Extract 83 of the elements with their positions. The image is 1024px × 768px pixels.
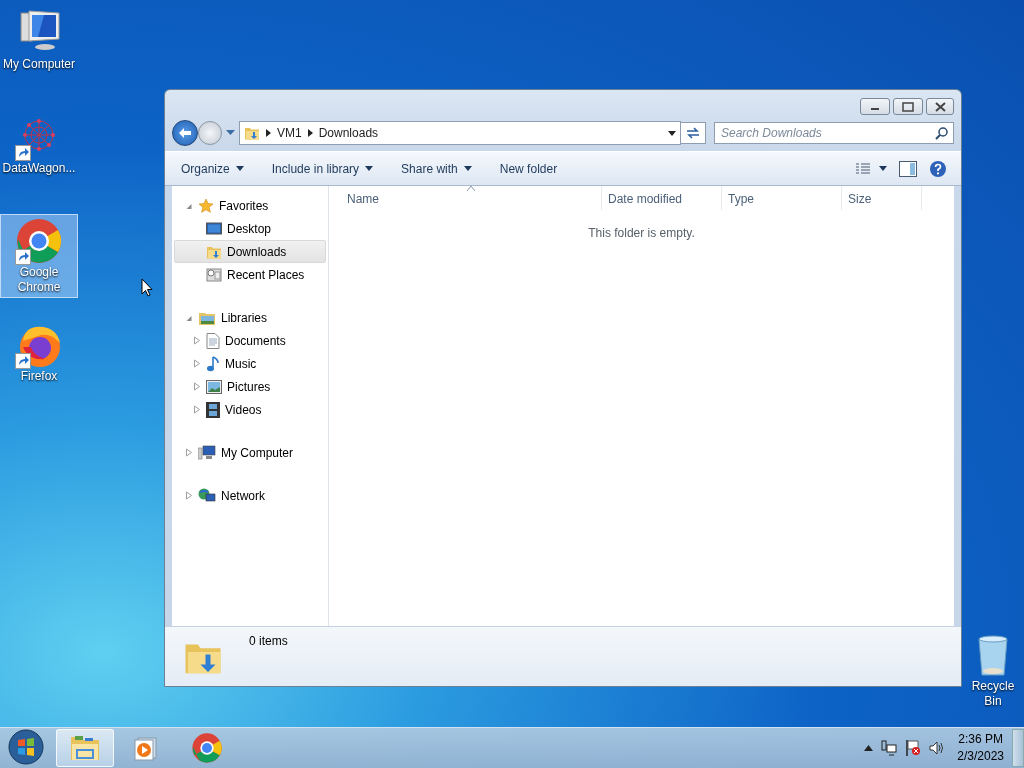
desktop-icon[interactable]: DataWagon... [0,110,78,179]
nav-item[interactable]: My Computer [174,441,326,464]
nav-item[interactable]: Downloads [174,240,326,263]
chrome-icon [191,732,223,764]
nav-item[interactable]: Favorites [174,194,326,217]
preview-pane-icon [899,160,917,177]
desktop-icon-label: My Computer [3,57,75,72]
mouse-cursor-icon [141,278,153,297]
document-icon [206,332,220,349]
desktop-icon-label: Recycle Bin [970,679,1016,709]
recent-places-icon [206,266,222,283]
close-icon [934,101,946,112]
monitor-icon [206,221,222,236]
network-icon [198,487,216,504]
network-icon[interactable] [881,740,898,756]
history-dropdown-icon[interactable] [226,130,235,136]
desktop-icon[interactable]: My Computer [0,6,78,75]
address-bar[interactable]: VM1 Downloads [239,121,681,145]
breadcrumb-arrow-icon[interactable] [307,129,313,137]
windows-orb-icon [7,728,45,766]
expand-arrow-icon[interactable] [193,381,201,391]
expand-arrow-icon[interactable] [185,490,193,500]
close-button[interactable] [926,98,954,115]
nav-item[interactable]: Desktop [174,217,326,240]
column-header[interactable]: Name [329,186,602,210]
back-button[interactable] [172,120,198,146]
toolbar-button[interactable]: Share with [395,157,478,180]
desktop-icon-label: Google Chrome [16,265,62,295]
star-icon [198,197,214,214]
sort-caret-icon [467,186,475,191]
clock[interactable]: 2:36 PM 2/3/2023 [957,731,1004,765]
help-icon [929,159,947,178]
music-note-icon [206,355,220,372]
nav-item[interactable]: Recent Places [174,263,326,286]
desktop-icon[interactable]: Recycle Bin [963,628,1023,712]
expand-arrow-icon[interactable] [193,404,201,414]
clock-date: 2/3/2023 [957,748,1004,765]
breadcrumb-item[interactable]: Downloads [318,126,379,140]
column-header[interactable]: Type [722,186,842,210]
nav-item[interactable]: Libraries [174,306,326,329]
nav-item[interactable]: Pictures [174,375,326,398]
column-header[interactable]: Date modified [602,186,722,210]
search-field[interactable]: Search Downloads [714,122,954,144]
nav-item[interactable]: Network [174,484,326,507]
show-hidden-icons-icon[interactable] [864,745,874,751]
toolbar-button[interactable]: Organize [175,157,250,180]
computer-icon [198,444,216,461]
dropdown-arrow-icon [879,166,887,171]
expand-arrow-icon[interactable] [193,358,201,368]
picture-icon [206,379,222,394]
desktop-icon-label: DataWagon... [2,161,76,176]
collapse-arrow-icon[interactable] [185,202,193,210]
expand-arrow-icon[interactable] [193,335,201,345]
flag-icon[interactable] [905,739,922,757]
clock-time: 2:36 PM [958,731,1003,748]
taskbar-button[interactable] [56,729,114,767]
minimize-button[interactable] [860,98,890,115]
back-arrow-icon [178,127,192,139]
nav-item[interactable]: Videos [174,398,326,421]
refresh-button[interactable] [680,122,706,144]
breadcrumb-item[interactable]: VM1 [277,126,302,140]
nav-item[interactable]: Documents [174,329,326,352]
film-icon [206,401,220,418]
expand-arrow-icon[interactable] [185,447,193,457]
empty-folder-message: This folder is empty. [588,226,695,240]
collapse-arrow-icon[interactable] [185,314,193,322]
toolbar-button[interactable]: Include in library [265,157,380,180]
media-player-icon [132,734,160,762]
volume-icon[interactable] [929,741,946,755]
breadcrumb-arrow-icon[interactable] [266,129,271,137]
nav-item[interactable]: Music [174,352,326,375]
item-count: 0 items [249,634,288,648]
desktop-icon-label: Firefox [20,369,58,384]
folder-icon [69,734,101,762]
details-view-icon [855,162,871,175]
search-icon [935,127,948,140]
column-header[interactable]: Size [842,186,922,210]
maximize-icon [902,101,914,112]
maximize-button[interactable] [893,98,923,115]
start-button[interactable] [6,728,46,768]
refresh-icon [685,126,701,140]
toolbar-button[interactable]: New folder [493,157,564,180]
folder-icon [244,125,260,141]
